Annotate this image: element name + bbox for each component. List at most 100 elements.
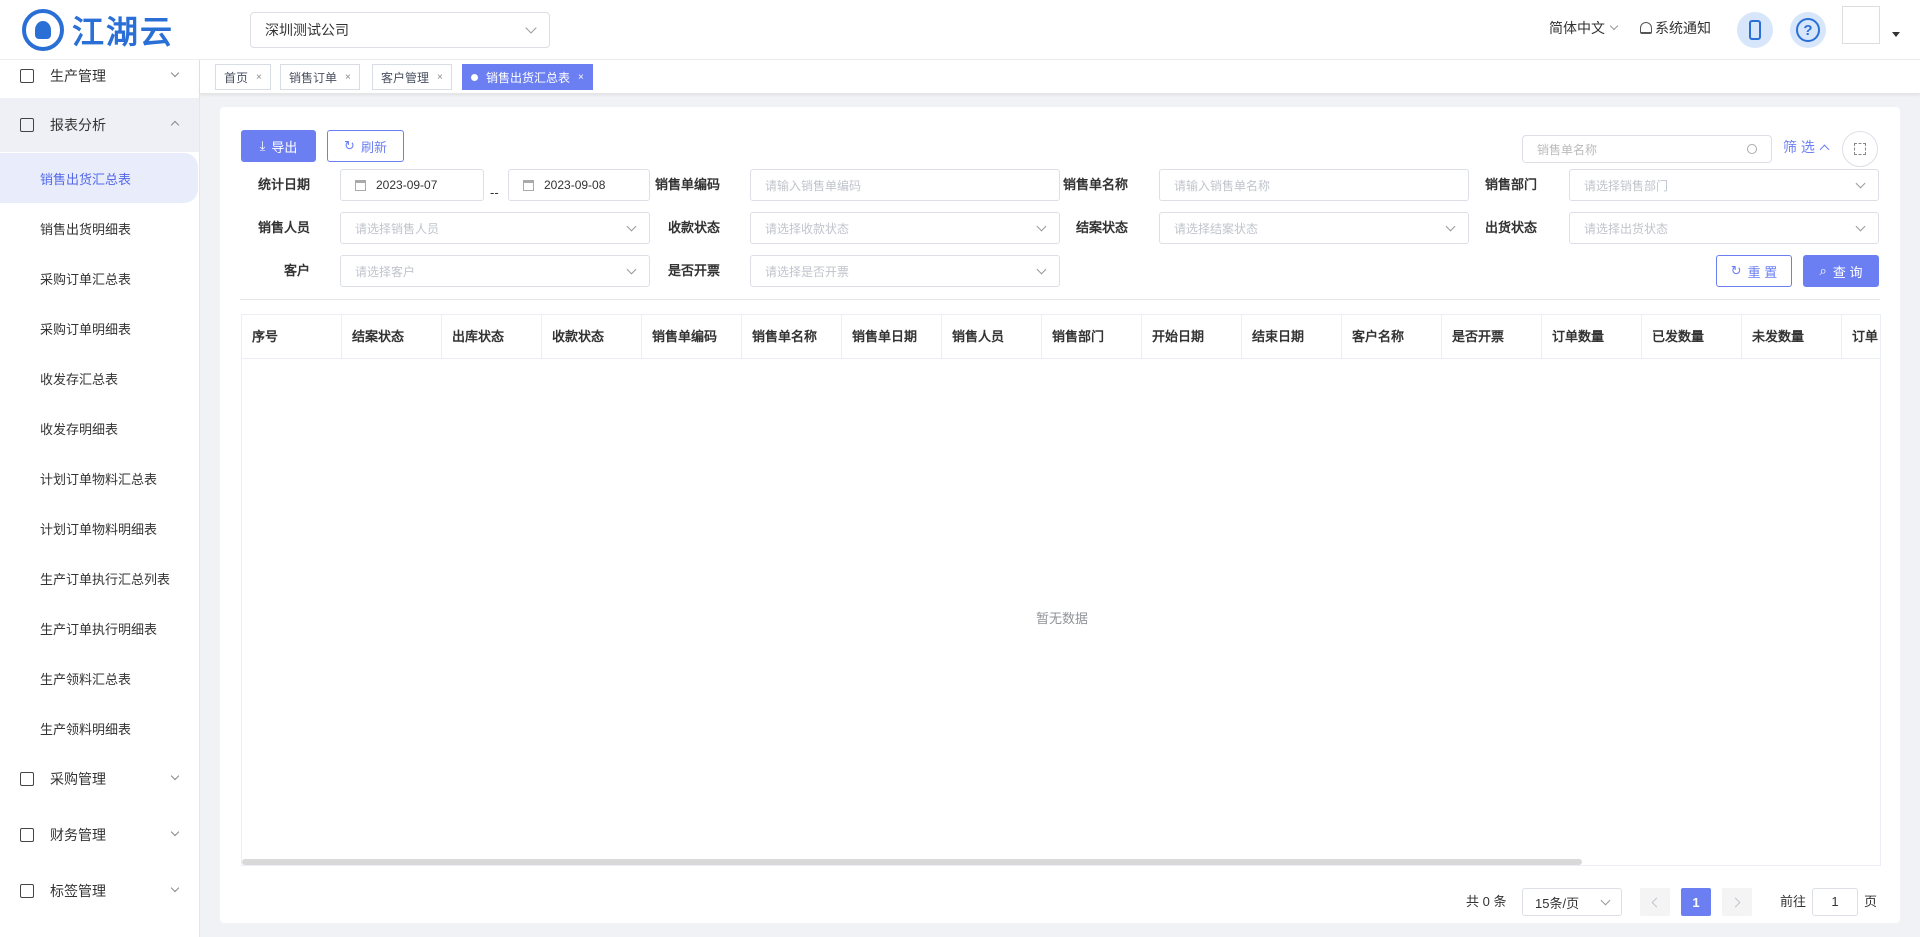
company-select[interactable]: 深圳测试公司 — [250, 12, 550, 48]
sidebar-item-purchase[interactable]: 采购管理 — [0, 753, 199, 805]
sidebar-subitem-material-picking-summary[interactable]: 生产领料汇总表 — [0, 653, 199, 703]
sidebar-item-finance[interactable]: 财务管理 — [0, 809, 199, 861]
tab-sales-order[interactable]: 销售订单 × — [280, 64, 360, 90]
fullscreen-button[interactable] — [1842, 131, 1878, 167]
search-placeholder: 销售单名称 — [1537, 142, 1598, 157]
column-header[interactable]: 序号 — [242, 315, 342, 359]
active-dot-icon — [471, 73, 478, 81]
help-button[interactable]: ? — [1790, 12, 1826, 48]
refresh-button[interactable]: ↻ 刷新 — [327, 130, 404, 162]
prev-page-button[interactable] — [1640, 888, 1670, 916]
sidebar-item-reports[interactable]: 报表分析 — [0, 98, 199, 152]
sidebar: 生产管理 报表分析 销售出货汇总表 销售出货明细表 采购订单汇总表 采购订单明细… — [0, 60, 200, 937]
column-header[interactable]: 客户名称 — [1342, 315, 1442, 359]
sidebar-subitem-sales-shipment-detail[interactable]: 销售出货明细表 — [0, 203, 199, 253]
chevron-up-icon — [1819, 144, 1830, 154]
column-header[interactable]: 销售单名称 — [742, 315, 842, 359]
dept-select[interactable]: 请选择销售部门 — [1569, 169, 1879, 201]
column-header[interactable]: 结束日期 — [1242, 315, 1342, 359]
refresh-icon: ↻ — [1730, 263, 1742, 278]
next-page-button[interactable] — [1722, 888, 1752, 916]
sidebar-subitem-purchase-order-detail[interactable]: 采购订单明细表 — [0, 303, 199, 353]
tab-label: 销售出货汇总表 — [486, 70, 571, 85]
notification-button[interactable]: 系统通知 — [1640, 18, 1711, 38]
date-separator: -- — [490, 185, 499, 200]
column-header[interactable]: 订单数量 — [1542, 315, 1642, 359]
sidebar-subitem-sales-shipment-summary[interactable]: 销售出货汇总表 — [0, 153, 198, 203]
query-button[interactable]: ⌕ 查 询 — [1803, 255, 1879, 287]
sidebar-subitem-inventory-summary[interactable]: 收发存汇总表 — [0, 353, 199, 403]
sidebar-subitem-plan-material-summary[interactable]: 计划订单物料汇总表 — [0, 453, 199, 503]
close-icon[interactable]: × — [345, 72, 351, 83]
close-status-select[interactable]: 请选择结案状态 — [1159, 212, 1469, 244]
ship-status-select[interactable]: 请选择出货状态 — [1569, 212, 1879, 244]
column-header[interactable]: 已发数量 — [1642, 315, 1742, 359]
user-menu-caret-icon[interactable] — [1892, 32, 1900, 37]
payment-status-select[interactable]: 请选择收款状态 — [750, 212, 1060, 244]
goto-page: 前往 1 页 — [1780, 888, 1877, 916]
mobile-app-button[interactable] — [1737, 12, 1773, 48]
edit-icon — [20, 69, 34, 83]
order-code-placeholder: 请输入销售单编码 — [765, 178, 862, 193]
date-end-input[interactable]: 2023-09-08 — [508, 169, 650, 201]
invoice-select[interactable]: 请选择是否开票 — [750, 255, 1060, 287]
export-label: 导出 — [271, 139, 298, 155]
tag-icon — [20, 884, 34, 898]
customer-select[interactable]: 请选择客户 — [340, 255, 650, 287]
reset-label: 重 置 — [1747, 264, 1778, 280]
column-header[interactable]: 销售人员 — [942, 315, 1042, 359]
export-button[interactable]: ⤓ 导出 — [241, 130, 316, 162]
page-size-select[interactable]: 15条/页 — [1522, 888, 1622, 916]
tab-sales-shipment-summary[interactable]: 销售出货汇总表 × — [462, 64, 593, 90]
date-start-input[interactable]: 2023-09-07 — [340, 169, 484, 201]
phone-icon — [1749, 20, 1761, 40]
column-header[interactable]: 出库状态 — [442, 315, 542, 359]
column-header[interactable]: 销售单编码 — [642, 315, 742, 359]
pagination-total: 共 0 条 — [1466, 894, 1507, 909]
close-placeholder: 请选择结案状态 — [1174, 221, 1259, 236]
column-header[interactable]: 结案状态 — [342, 315, 442, 359]
sidebar-subitem-inventory-detail[interactable]: 收发存明细表 — [0, 403, 199, 453]
sidebar-item-tags[interactable]: 标签管理 — [0, 865, 199, 917]
close-icon[interactable]: × — [256, 72, 262, 83]
filter-label: 筛 选 — [1783, 139, 1815, 155]
tab-customer[interactable]: 客户管理 × — [372, 64, 452, 90]
salesman-select[interactable]: 请选择销售人员 — [340, 212, 650, 244]
goto-page-input[interactable]: 1 — [1812, 888, 1859, 916]
payment-status-label: 收款状态 — [667, 220, 720, 235]
filter-toggle-button[interactable]: 筛 选 — [1783, 137, 1830, 157]
order-name-input[interactable]: 请输入销售单名称 — [1159, 169, 1469, 201]
horizontal-scrollbar[interactable] — [242, 859, 1582, 865]
sidebar-subitem-production-exec-summary[interactable]: 生产订单执行汇总列表 — [0, 553, 199, 603]
search-icon — [1747, 144, 1757, 154]
column-header[interactable]: 是否开票 — [1442, 315, 1542, 359]
reset-button[interactable]: ↻ 重 置 — [1716, 255, 1792, 287]
chevron-down-icon — [170, 68, 180, 78]
column-header[interactable]: 销售部门 — [1042, 315, 1142, 359]
column-header[interactable]: 开始日期 — [1142, 315, 1242, 359]
column-header[interactable]: 收款状态 — [542, 315, 642, 359]
page-number-current[interactable]: 1 — [1681, 888, 1711, 916]
column-header[interactable]: 销售单日期 — [842, 315, 942, 359]
search-input[interactable]: 销售单名称 — [1522, 135, 1772, 163]
column-header[interactable]: 订单 — [1842, 315, 1880, 359]
chevron-left-icon — [1651, 897, 1662, 907]
sidebar-subitem-material-picking-detail[interactable]: 生产领料明细表 — [0, 703, 199, 753]
sidebar-item-label: 生产管理 — [50, 68, 106, 84]
sidebar-subitem-production-exec-detail[interactable]: 生产订单执行明细表 — [0, 603, 199, 653]
column-header[interactable]: 未发数量 — [1742, 315, 1842, 359]
logo[interactable]: 江湖云 — [22, 8, 174, 52]
chevron-down-icon — [1855, 221, 1866, 231]
avatar[interactable] — [1842, 6, 1880, 44]
order-code-input[interactable]: 请输入销售单编码 — [750, 169, 1060, 201]
company-select-value: 深圳测试公司 — [265, 22, 349, 38]
language-switcher[interactable]: 简体中文 — [1549, 18, 1619, 38]
sidebar-subitem-purchase-order-summary[interactable]: 采购订单汇总表 — [0, 253, 199, 303]
tab-home[interactable]: 首页 × — [215, 64, 271, 90]
close-icon[interactable]: × — [437, 72, 443, 83]
sidebar-subitem-plan-material-detail[interactable]: 计划订单物料明细表 — [0, 503, 199, 553]
tab-label: 销售订单 — [289, 70, 338, 85]
sidebar-item-production[interactable]: 生产管理 — [0, 60, 199, 102]
tab-label: 首页 — [224, 70, 249, 85]
close-icon[interactable]: × — [578, 72, 584, 83]
